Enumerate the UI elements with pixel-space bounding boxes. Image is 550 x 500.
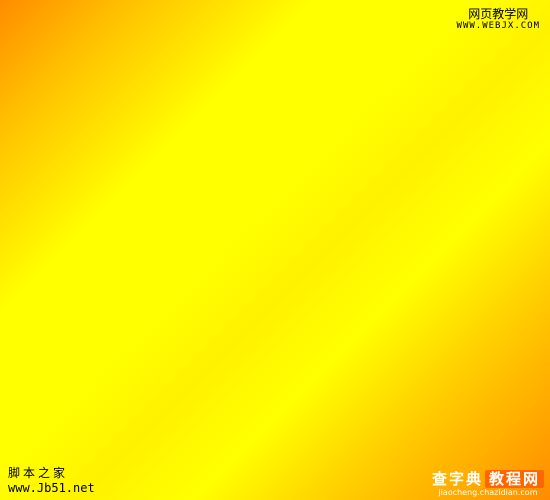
- watermark-name-part-b: 教程网: [484, 470, 544, 488]
- watermark-site-url: www.Jb51.net: [8, 481, 95, 495]
- watermark-bottom-right: 查字典 教程网 jiaocheng.chazidian.com: [432, 470, 544, 498]
- watermark-site-name: 网页教学网: [468, 7, 529, 21]
- watermark-site-url: jiaocheng.chazidian.com: [438, 488, 538, 497]
- watermark-site-url: WWW.WEBJX.COM: [456, 21, 540, 31]
- watermark-site-name: 查字典 教程网: [432, 470, 544, 488]
- watermark-bottom-left: 脚本之家 www.Jb51.net: [8, 466, 95, 495]
- watermark-name-part-a: 查字典: [431, 470, 483, 488]
- gradient-canvas: 网页教学网 WWW.WEBJX.COM 脚本之家 www.Jb51.net 查字…: [0, 0, 550, 500]
- watermark-top-right: 网页教学网 WWW.WEBJX.COM: [456, 7, 540, 32]
- watermark-site-name: 脚本之家: [8, 466, 69, 480]
